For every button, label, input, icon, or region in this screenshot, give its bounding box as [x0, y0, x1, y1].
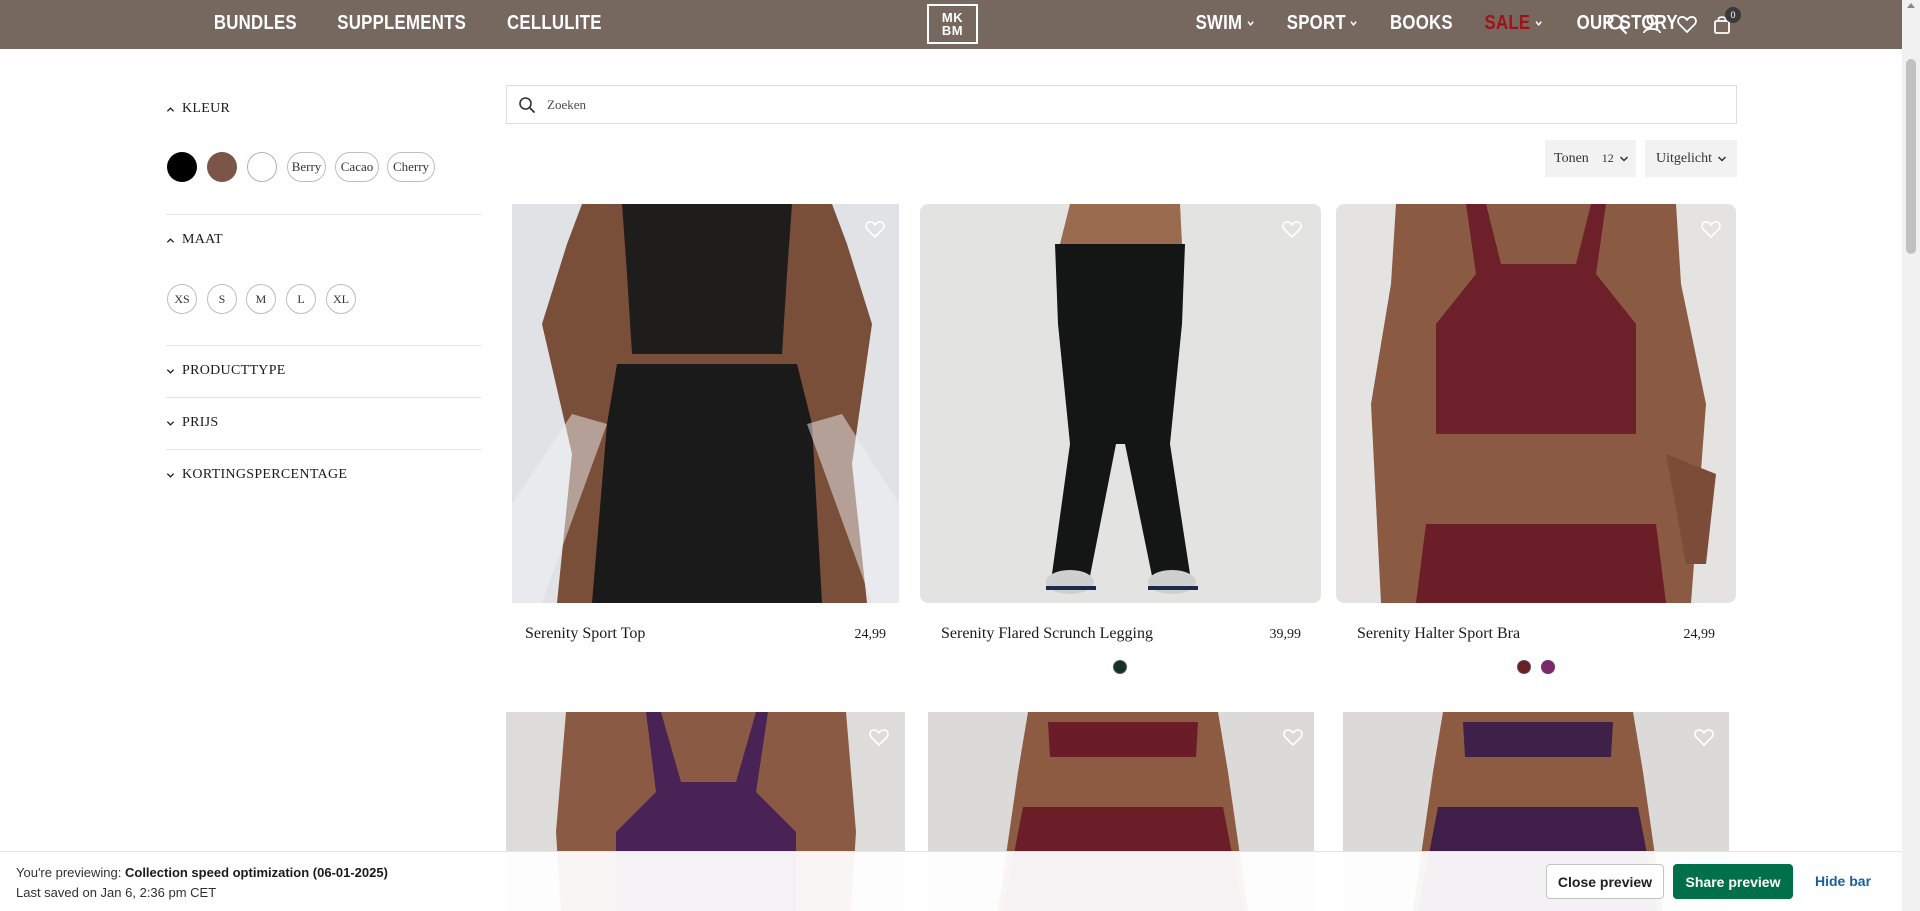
account-icon[interactable]	[1641, 13, 1663, 35]
size-option-m[interactable]: M	[246, 284, 276, 314]
filter-divider	[166, 397, 481, 398]
color-pill-cacao[interactable]: Cacao	[335, 152, 379, 182]
size-option-xs[interactable]: XS	[167, 284, 197, 314]
product-price: 24,99	[1683, 627, 1716, 642]
nav-sport[interactable]: SPORT	[1286, 12, 1357, 35]
header-icons: 0	[1606, 7, 1741, 37]
filter-price-toggle[interactable]: PRIJS	[166, 415, 219, 431]
color-option-dot[interactable]	[1517, 660, 1531, 674]
nav-supplements[interactable]: SUPPLEMENTS	[337, 12, 466, 35]
wishlist-heart-icon[interactable]	[1700, 219, 1722, 239]
size-option-xl[interactable]: XL	[326, 284, 356, 314]
chevron-down-icon	[1247, 21, 1254, 26]
sort-value: Uitgelicht	[1656, 150, 1712, 166]
sort-select[interactable]: Uitgelicht	[1645, 140, 1737, 177]
chevron-down-icon	[1619, 155, 1628, 162]
cart-bag-icon[interactable]: 0	[1711, 7, 1741, 35]
filter-discount-toggle[interactable]: KORTINGSPERCENTAGE	[166, 467, 347, 483]
page-scrollbar[interactable]	[1902, 0, 1920, 911]
product-search	[506, 85, 1737, 124]
nav-sale-label: SALE	[1484, 12, 1531, 34]
product-image-serenity-flared-scrunch-legging[interactable]	[920, 204, 1321, 603]
nav-bundles[interactable]: BUNDLES	[214, 12, 297, 35]
search-input[interactable]	[547, 92, 1647, 117]
chevron-down-icon	[1535, 21, 1542, 26]
nav-swim-label: SWIM	[1195, 12, 1243, 34]
filter-discount-title: KORTINGSPERCENTAGE	[182, 467, 348, 482]
chevron-up-icon	[166, 237, 175, 243]
color-pill-cherry[interactable]: Cherry	[387, 152, 435, 182]
color-option-dot[interactable]	[1113, 660, 1127, 674]
chevron-down-icon	[166, 472, 175, 478]
close-preview-button[interactable]: Close preview	[1546, 864, 1664, 899]
color-pill-berry[interactable]: Berry	[287, 152, 326, 182]
theme-preview-bar: You're previewing: Collection speed opti…	[0, 851, 1902, 911]
filter-size-toggle[interactable]: MAAT	[166, 232, 223, 248]
wishlist-heart-icon[interactable]	[1281, 219, 1303, 239]
scroll-up-arrow-icon[interactable]	[1907, 3, 1915, 8]
chevron-down-icon	[166, 420, 175, 426]
wishlist-heart-icon[interactable]	[1693, 727, 1715, 747]
search-icon	[519, 97, 535, 113]
color-swatch-black[interactable]	[167, 152, 197, 182]
show-count-value: 12	[1601, 151, 1614, 165]
nav-books-label: BOOKS	[1390, 12, 1453, 34]
product-photo	[920, 204, 1321, 603]
filter-producttype-title: PRODUCTTYPE	[182, 363, 286, 378]
product-price: 24,99	[854, 627, 887, 642]
preview-status: You're previewing: Collection speed opti…	[16, 865, 388, 880]
wishlist-heart-icon[interactable]	[1282, 727, 1304, 747]
show-count-select[interactable]: Tonen 12	[1545, 140, 1636, 177]
last-saved-text: Last saved on Jan 6, 2:36 pm CET	[16, 885, 217, 900]
filter-price-title: PRIJS	[182, 415, 219, 430]
product-photo	[1336, 204, 1736, 603]
brand-logo[interactable]: MK BM	[927, 4, 978, 44]
wishlist-heart-icon[interactable]	[1676, 13, 1698, 35]
product-name[interactable]: Serenity Halter Sport Bra	[1357, 625, 1520, 643]
nav-cellulite[interactable]: CELLULITE	[507, 12, 602, 35]
nav-sale[interactable]: SALE	[1484, 12, 1542, 35]
search-icon[interactable]	[1606, 13, 1628, 35]
filter-size-title: MAAT	[182, 232, 223, 247]
hide-bar-link[interactable]: Hide bar	[1815, 873, 1871, 889]
filter-color-title: KLEUR	[182, 101, 231, 116]
color-option-dot[interactable]	[1541, 660, 1555, 674]
chevron-down-icon	[1717, 155, 1727, 162]
site-header: BUNDLES SUPPLEMENTS CELLULITE MK BM SWIM…	[0, 0, 1902, 49]
product-name[interactable]: Serenity Sport Top	[525, 625, 645, 643]
scrollbar-thumb[interactable]	[1906, 59, 1916, 254]
share-preview-button[interactable]: Share preview	[1673, 864, 1793, 899]
filter-divider	[166, 214, 481, 215]
filter-color-toggle[interactable]: KLEUR	[166, 101, 230, 117]
color-swatch-brown[interactable]	[207, 152, 237, 182]
cart-count-badge: 0	[1725, 7, 1741, 23]
size-option-s[interactable]: S	[207, 284, 237, 314]
wishlist-heart-icon[interactable]	[864, 219, 886, 239]
product-photo	[512, 204, 899, 603]
filter-producttype-toggle[interactable]: PRODUCTTYPE	[166, 363, 286, 379]
product-price: 39,99	[1269, 627, 1302, 642]
size-option-l[interactable]: L	[286, 284, 316, 314]
product-image-serenity-halter-sport-bra[interactable]	[1336, 204, 1736, 603]
preview-theme-name: Collection speed optimization (06-01-202…	[124, 865, 388, 880]
product-image-serenity-sport-top[interactable]	[512, 204, 899, 603]
filter-divider	[166, 449, 481, 450]
logo-text-bottom: BM	[941, 23, 964, 38]
nav-swim[interactable]: SWIM	[1196, 12, 1254, 35]
filter-divider	[166, 345, 481, 346]
color-swatch-white[interactable]	[247, 152, 277, 182]
nav-sport-label: SPORT	[1286, 12, 1346, 34]
chevron-down-icon	[166, 368, 175, 374]
previewing-label: You're previewing:	[16, 865, 122, 880]
chevron-down-icon	[1350, 21, 1357, 26]
product-name[interactable]: Serenity Flared Scrunch Legging	[941, 625, 1153, 643]
nav-books[interactable]: BOOKS	[1390, 12, 1453, 35]
wishlist-heart-icon[interactable]	[868, 727, 890, 747]
nav-left: BUNDLES SUPPLEMENTS CELLULITE	[206, 0, 611, 47]
chevron-up-icon	[166, 106, 175, 112]
show-count-label: Tonen	[1554, 150, 1589, 166]
